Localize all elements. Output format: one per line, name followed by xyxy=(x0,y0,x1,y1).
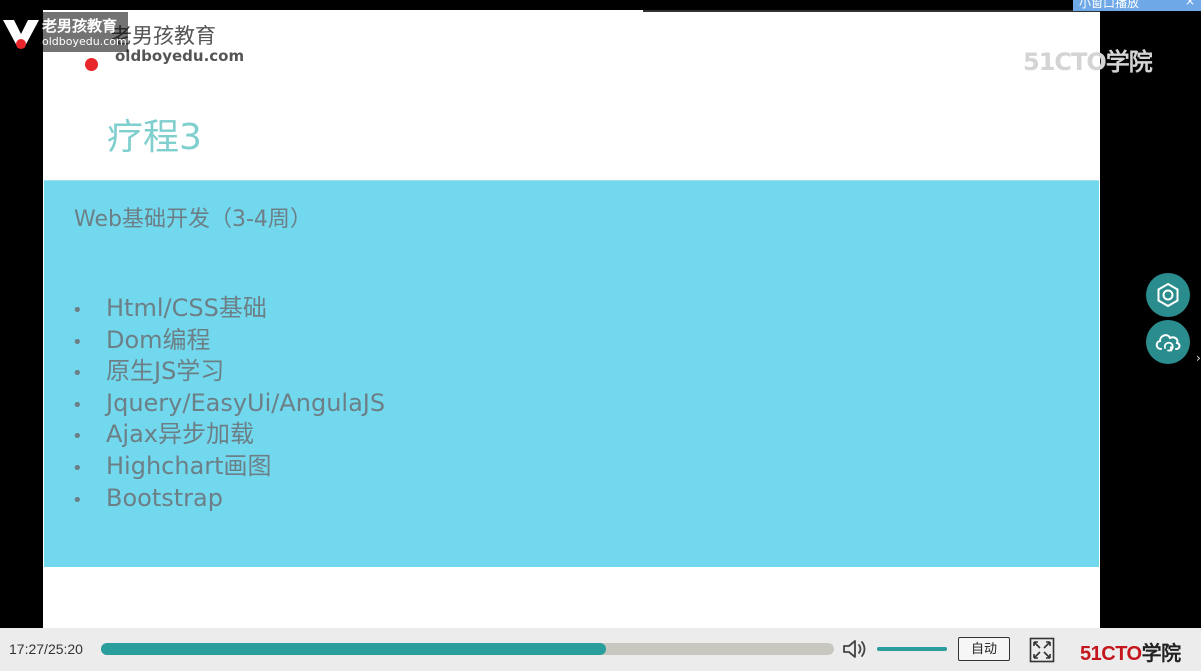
progress-bar[interactable] xyxy=(101,643,834,655)
bullet-dot-icon: • xyxy=(72,394,83,416)
oldboy-logo-icon xyxy=(3,20,39,49)
bullet-text: Highchart画图 xyxy=(106,451,272,480)
bullet-item: • Dom编程 xyxy=(72,325,385,357)
bullet-item: • 原生JS学习 xyxy=(72,356,385,388)
current-time: 17:27 xyxy=(9,641,45,657)
mini-window-label: 小窗口播放 xyxy=(1079,0,1140,10)
total-time: 25:20 xyxy=(47,641,83,657)
mini-window-button[interactable]: 小窗口播放 × xyxy=(1073,0,1201,11)
slide-frame: 老男孩教育 oldboyedu.com 51CTO学院 疗程3 Web基础开发（… xyxy=(43,10,1153,628)
bullet-dot-icon: • xyxy=(72,300,83,321)
close-icon[interactable]: × xyxy=(1185,0,1195,8)
content-box: Web基础开发（3-4周） • Html/CSS基础 • Dom编程 • 原生JS学习… xyxy=(44,180,1099,567)
bullet-dot-icon: • xyxy=(72,489,83,511)
bullet-text: Bootstrap xyxy=(106,483,223,512)
slide-logo-url: oldboyedu.com xyxy=(115,47,245,65)
progress-fill xyxy=(101,643,607,655)
slide-title: 疗程3 xyxy=(107,117,202,158)
bullet-text: 原生JS学习 xyxy=(106,357,225,386)
section-heading: Web基础开发（3-4周） xyxy=(74,207,312,232)
volume-icon[interactable] xyxy=(842,638,870,660)
overlay-logo: 老男孩教育 oldboyedu.com xyxy=(0,12,128,52)
settings-button[interactable] xyxy=(1146,273,1190,317)
bullet-text: Ajax异步加载 xyxy=(106,420,254,449)
brand-51cto: 51CTO xyxy=(1080,643,1142,665)
cloud-sync-button[interactable] xyxy=(1146,320,1190,364)
fullscreen-icon[interactable] xyxy=(1029,637,1055,663)
bullet-dot-icon: • xyxy=(72,426,83,448)
bullet-text: Dom编程 xyxy=(106,325,211,354)
bullet-dot-icon: • xyxy=(72,457,83,479)
bullet-dot-icon: • xyxy=(72,363,83,385)
bullet-item: • Ajax异步加载 xyxy=(72,419,385,451)
overlay-logo-name: 老男孩教育 xyxy=(42,17,118,35)
volume-slider[interactable] xyxy=(877,647,947,651)
overlay-logo-url: oldboyedu.com xyxy=(42,35,127,48)
brand-suffix: 学院 xyxy=(1141,641,1182,665)
bullet-item: • Highchart画图 xyxy=(72,451,385,483)
bullet-text: Jquery/EasyUi/AngulaJS xyxy=(106,388,386,417)
expand-arrow-icon[interactable]: › xyxy=(1196,351,1201,365)
quality-button[interactable]: 自动 xyxy=(958,637,1010,661)
time-display: 17:27/25:20 xyxy=(9,641,83,657)
bullet-text: Html/CSS基础 xyxy=(106,294,267,322)
video-player: 老男孩教育 oldboyedu.com 51CTO学院 疗程3 Web基础开发（… xyxy=(0,0,1201,671)
slide-top-line xyxy=(643,10,1100,12)
settings-icon xyxy=(1157,282,1179,308)
volume-fill xyxy=(877,647,947,651)
logo-red-dot xyxy=(85,58,98,71)
bullet-item: • Bootstrap xyxy=(72,483,385,515)
bullet-list: • Html/CSS基础 • Dom编程 • 原生JS学习 • Jquery/EasyU… xyxy=(72,293,385,514)
cloud-sync-icon xyxy=(1155,334,1181,352)
watermark: 51CTO学院 xyxy=(1023,48,1153,76)
bullet-dot-icon: • xyxy=(72,331,83,353)
control-bar: 17:27/25:20 自动 51CTO学院 xyxy=(0,628,1201,671)
brand-logo: 51CTO学院 xyxy=(1080,637,1181,666)
bullet-item: • Html/CSS基础 xyxy=(72,293,385,325)
bullet-item: • Jquery/EasyUi/AngulaJS xyxy=(72,388,385,420)
